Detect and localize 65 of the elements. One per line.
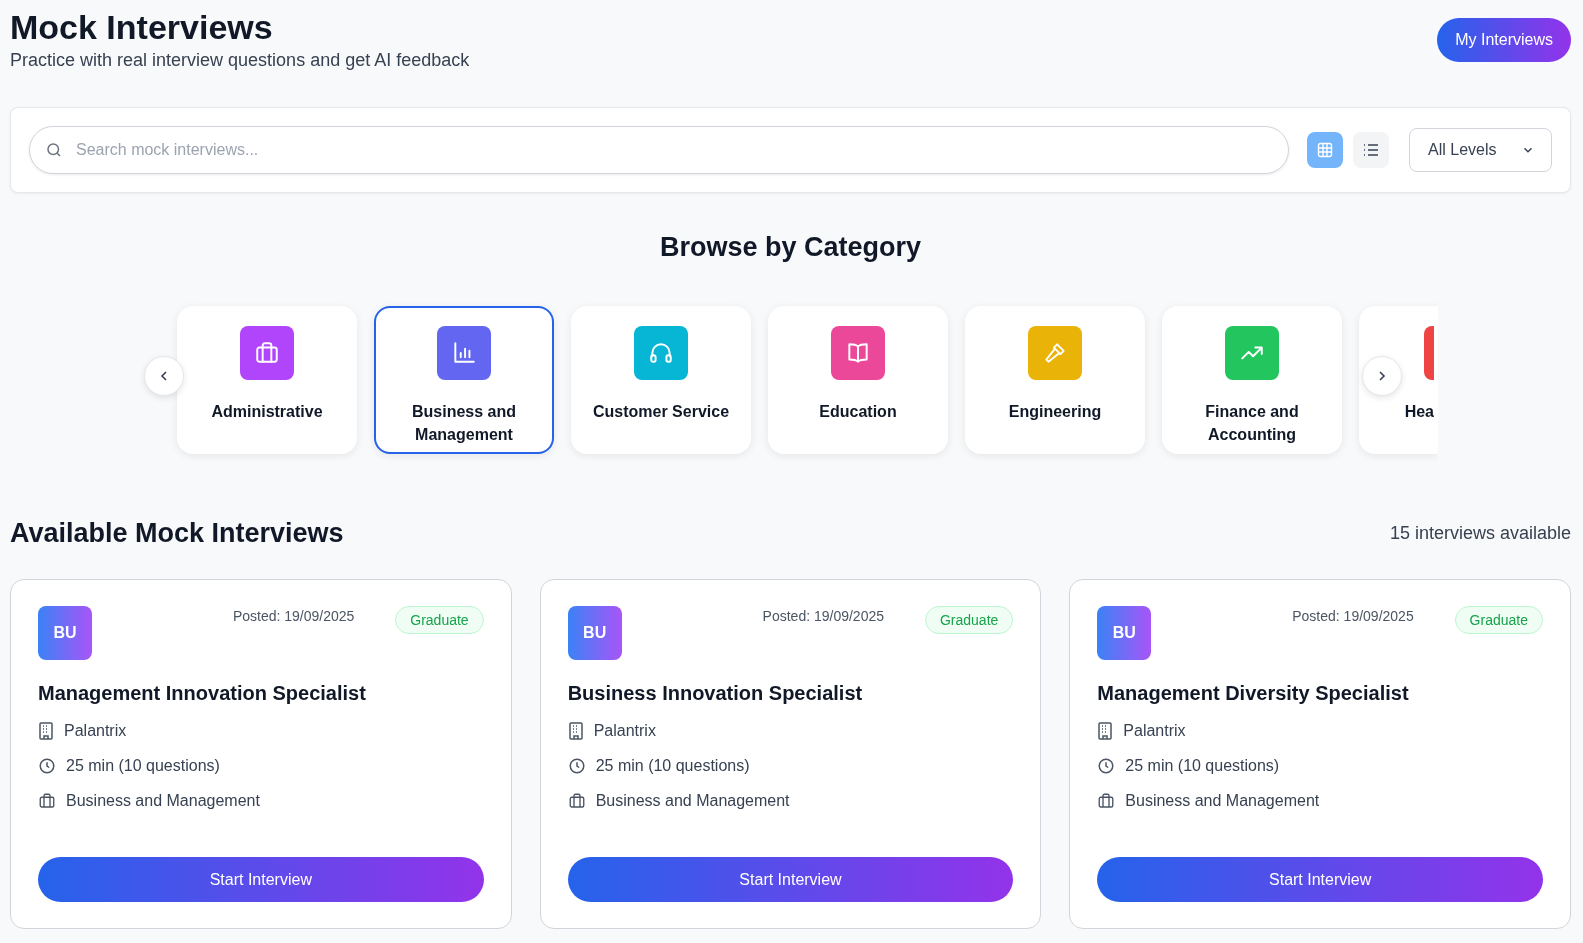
clock-icon <box>567 757 586 775</box>
category-label: Administrative <box>210 402 324 422</box>
category-card[interactable]: Customer Service <box>571 306 751 454</box>
search-field[interactable]: Search mock interviews... <box>29 126 1289 174</box>
start-interview-button[interactable]: Start Interview <box>1097 857 1543 902</box>
category-label: Customer Service <box>591 402 731 422</box>
briefcase-icon <box>567 792 586 810</box>
previous-button[interactable] <box>144 356 184 396</box>
search-icon <box>45 141 63 159</box>
interview-count: 15 interviews available <box>1389 523 1571 544</box>
briefcase-icon <box>38 792 56 810</box>
level-badge: Graduate <box>1454 606 1543 634</box>
company-name: Palantrix <box>593 722 656 740</box>
company-avatar: BU <box>567 606 622 660</box>
company-avatar: BU <box>1097 606 1152 660</box>
duration: 25 min (10 questions) <box>1125 757 1280 775</box>
start-interview-button[interactable]: Start Interview <box>38 857 484 902</box>
interview-title: Management Innovation Specialist <box>38 682 367 705</box>
my-interviews-button[interactable]: My Interviews <box>1437 18 1571 62</box>
clock-icon <box>38 757 56 775</box>
list-icon <box>1363 143 1379 157</box>
chart-icon <box>451 340 477 366</box>
grid-icon <box>1317 142 1333 158</box>
posted-date: Posted: 19/09/2025 <box>1292 608 1414 624</box>
category-card[interactable]: Administrative <box>177 306 357 454</box>
headphones-icon <box>648 340 674 366</box>
level-select[interactable]: All Levels <box>1409 128 1552 172</box>
section-heading: Browse by Category <box>658 231 923 263</box>
category-name: Business and Management <box>1125 792 1320 810</box>
list-view-button[interactable] <box>1353 132 1389 168</box>
briefcase-icon <box>1097 792 1116 810</box>
level-badge: Graduate <box>395 606 484 634</box>
category-label: Education <box>818 402 898 422</box>
building-icon <box>38 722 54 740</box>
hammer-icon <box>1042 340 1068 366</box>
interview-title: Business Innovation Specialist <box>567 682 864 705</box>
building-icon <box>1097 722 1114 740</box>
briefcase-icon <box>254 340 280 366</box>
category-card[interactable]: Engineering <box>965 306 1145 454</box>
interview-title: Management Diversity Specialist <box>1097 682 1410 705</box>
category-card[interactable]: Business and Management <box>374 306 554 454</box>
category-name: Business and Management <box>595 792 790 810</box>
level-badge: Graduate <box>924 606 1014 634</box>
start-interview-button[interactable]: Start Interview <box>567 857 1014 902</box>
category-card[interactable]: Education <box>768 306 948 454</box>
company-avatar: BU <box>38 606 92 660</box>
category-label: Business and Management <box>411 402 517 445</box>
company-name: Palantrix <box>1123 722 1186 740</box>
page-subtitle: Practice with real interview questions and get AI feedback <box>10 50 470 71</box>
category-label: Hea <box>1404 402 1434 422</box>
category-label: Engineering <box>1007 402 1103 422</box>
category-card[interactable]: Finance and Accounting <box>1162 306 1342 454</box>
page-title: Mock Interviews <box>10 8 274 46</box>
section-heading: Available Mock Interviews <box>10 518 344 549</box>
category-label: Finance and Accounting <box>1204 402 1300 445</box>
building-icon <box>567 722 584 740</box>
company-name: Palantrix <box>64 722 127 740</box>
posted-date: Posted: 19/09/2025 <box>762 608 884 624</box>
clock-icon <box>1097 757 1116 775</box>
posted-date: Posted: 19/09/2025 <box>232 608 355 624</box>
duration: 25 min (10 questions) <box>595 757 750 775</box>
grid-view-button[interactable] <box>1307 132 1343 168</box>
duration: 25 min (10 questions) <box>66 757 220 775</box>
category-card[interactable]: Hea <box>1359 306 1438 454</box>
category-name: Business and Management <box>66 792 260 810</box>
